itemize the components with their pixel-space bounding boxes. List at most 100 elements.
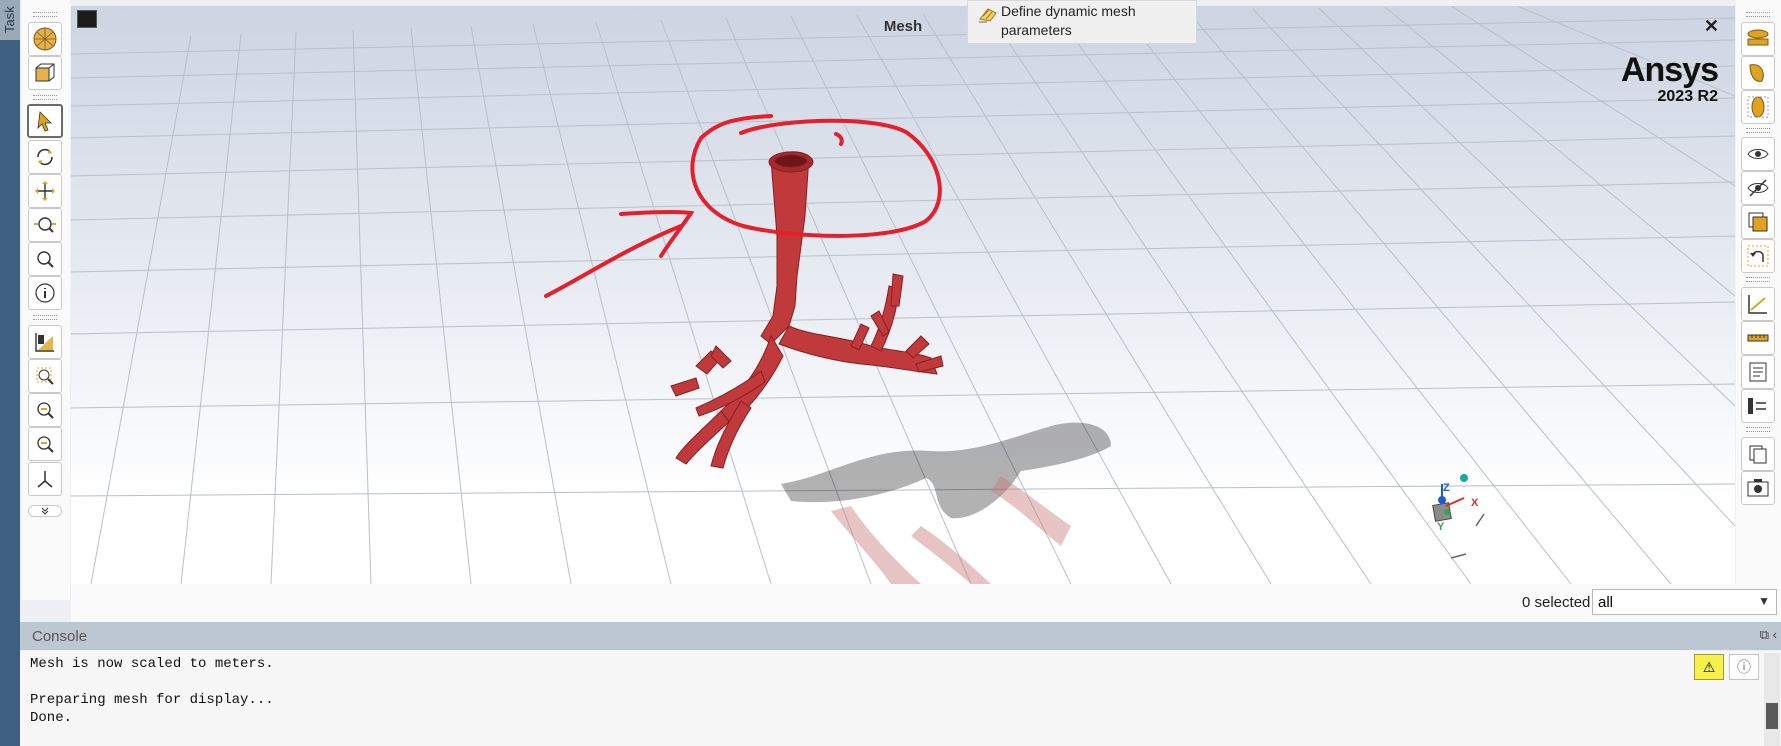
toolbar-grip[interactable] xyxy=(1746,12,1770,17)
legend-button[interactable] xyxy=(1741,389,1775,423)
copy-icon xyxy=(1749,445,1767,464)
pan-button[interactable] xyxy=(28,174,62,208)
zoom-box-icon xyxy=(36,367,54,385)
toolbar-slider[interactable] xyxy=(28,505,62,517)
zoom-in-button[interactable] xyxy=(28,393,62,427)
console-header: Console ⧉ ‹ xyxy=(20,622,1781,650)
ansys-brand: Ansys 2023 R2 xyxy=(1620,51,1719,106)
info-button[interactable] xyxy=(28,276,62,310)
mesh-shadow xyxy=(781,422,1111,519)
mesh-sphere-icon xyxy=(33,27,57,51)
notes-button[interactable] xyxy=(1741,355,1775,389)
console-title: Console xyxy=(32,628,88,645)
undo-view-icon xyxy=(1747,245,1769,267)
select-button[interactable] xyxy=(27,104,63,138)
task-panel-tab[interactable]: Task xyxy=(0,0,20,40)
toolbar-grip[interactable] xyxy=(33,12,57,17)
tooltip-text: Define dynamic mesh parameters xyxy=(1001,3,1136,38)
mesh-cube-icon xyxy=(35,63,55,82)
slider-icon xyxy=(41,507,49,515)
zoom-fit-button[interactable] xyxy=(28,242,62,276)
viewport-title: Mesh xyxy=(883,18,923,35)
svg-text:X: X xyxy=(1471,497,1479,509)
right-toolbar xyxy=(1736,0,1781,600)
info-icon xyxy=(35,283,55,303)
ruler-icon xyxy=(1747,334,1769,342)
close-viewport-button[interactable]: ✕ xyxy=(1704,16,1719,37)
clipping-button[interactable] xyxy=(28,325,62,359)
selected-count: 0 selected xyxy=(1522,594,1591,611)
axes-plot-icon xyxy=(1748,295,1767,314)
hide-icon xyxy=(1747,179,1769,197)
brand-version: 2023 R2 xyxy=(1657,88,1719,105)
axes-icon xyxy=(37,471,53,488)
show-icon xyxy=(1747,149,1769,159)
rotate-button[interactable] xyxy=(28,140,62,174)
toolbar-grip[interactable] xyxy=(1746,427,1770,432)
overlay-icon xyxy=(1748,212,1768,232)
toolbar-grip[interactable] xyxy=(33,95,57,100)
legend-icon xyxy=(1748,398,1766,414)
console-scrollbar[interactable] xyxy=(1764,653,1780,746)
overlay-button[interactable] xyxy=(1741,205,1775,239)
console-line: Done. xyxy=(30,710,73,726)
selection-filter-value: all xyxy=(1598,594,1614,611)
console-output[interactable]: Mesh is now scaled to meters. Preparing … xyxy=(20,651,1781,746)
info-circle-icon: ⓘ xyxy=(1737,659,1751,675)
warning-filter-button[interactable]: ⚠ xyxy=(1694,654,1724,680)
ruler-button[interactable] xyxy=(1741,321,1775,355)
viewport-canvas[interactable]: Z X Y xyxy=(71,6,1735,584)
mesh-sphere-button[interactable] xyxy=(28,22,62,56)
view-side-button[interactable] xyxy=(1741,56,1775,90)
toolbar-grip[interactable] xyxy=(33,315,57,320)
mesh-cube-button[interactable] xyxy=(28,56,62,90)
undo-view-button[interactable] xyxy=(1741,239,1775,273)
tooltip-define-dynamic-mesh: Define dynamic mesh parameters xyxy=(967,0,1197,44)
view-iso-button[interactable] xyxy=(1741,90,1775,124)
view-iso-icon xyxy=(1747,96,1769,118)
clipping-icon xyxy=(35,333,54,352)
screenshot-icon xyxy=(1747,479,1769,497)
show-button[interactable] xyxy=(1741,137,1775,171)
selection-bar: 0 selected all ▼ xyxy=(71,584,1781,622)
zoom-box-button[interactable] xyxy=(28,359,62,393)
copy-button[interactable] xyxy=(1741,437,1775,471)
toolbar-grip[interactable] xyxy=(1746,128,1770,133)
console-lines: Mesh is now scaled to meters. Preparing … xyxy=(30,655,274,727)
zoom-button[interactable] xyxy=(28,208,62,242)
collapse-chevron-icon[interactable]: ‹ xyxy=(1773,627,1777,642)
dynamic-mesh-icon xyxy=(978,5,998,26)
console-line: Mesh is now scaled to meters. xyxy=(30,656,274,672)
brand-name: Ansys xyxy=(1620,51,1719,89)
scrollbar-thumb[interactable] xyxy=(1766,703,1778,729)
rotate-icon xyxy=(37,148,53,166)
zoom-fit-icon xyxy=(37,251,54,268)
axes-button[interactable] xyxy=(28,462,62,496)
svg-text:Y: Y xyxy=(1437,521,1445,533)
zoom-out-button[interactable] xyxy=(28,427,62,461)
zoom-icon xyxy=(34,217,56,233)
hide-button[interactable] xyxy=(1741,171,1775,205)
pan-icon xyxy=(35,181,55,201)
red-annotation xyxy=(544,114,942,298)
zoom-out-icon xyxy=(37,436,54,453)
console-header-controls: ⧉ ‹ xyxy=(1760,627,1777,643)
task-panel-strip: Task xyxy=(0,0,20,746)
info-filter-button[interactable]: ⓘ xyxy=(1729,654,1759,680)
mesh-viewport[interactable]: Z X Y Mesh ✕ Ansys 2023 R2 xyxy=(71,6,1735,584)
toolbar-grip[interactable] xyxy=(1746,277,1770,282)
select-arrow-icon xyxy=(37,111,52,132)
float-panel-icon[interactable]: ⧉ xyxy=(1760,627,1769,642)
svg-text:Z: Z xyxy=(1443,482,1450,494)
view-side-icon xyxy=(1749,64,1764,82)
view-front-icon xyxy=(1747,29,1769,46)
notes-icon xyxy=(1749,362,1767,382)
trachea-mesh[interactable] xyxy=(670,151,944,469)
chevron-down-icon: ▼ xyxy=(1758,594,1770,608)
selection-filter-dropdown[interactable]: all ▼ xyxy=(1592,589,1777,615)
zoom-in-icon xyxy=(37,402,54,419)
screenshot-button[interactable] xyxy=(1741,471,1775,505)
view-front-button[interactable] xyxy=(1741,22,1775,56)
warning-icon: ⚠ xyxy=(1702,658,1716,675)
axes-plot-button[interactable] xyxy=(1741,287,1775,321)
